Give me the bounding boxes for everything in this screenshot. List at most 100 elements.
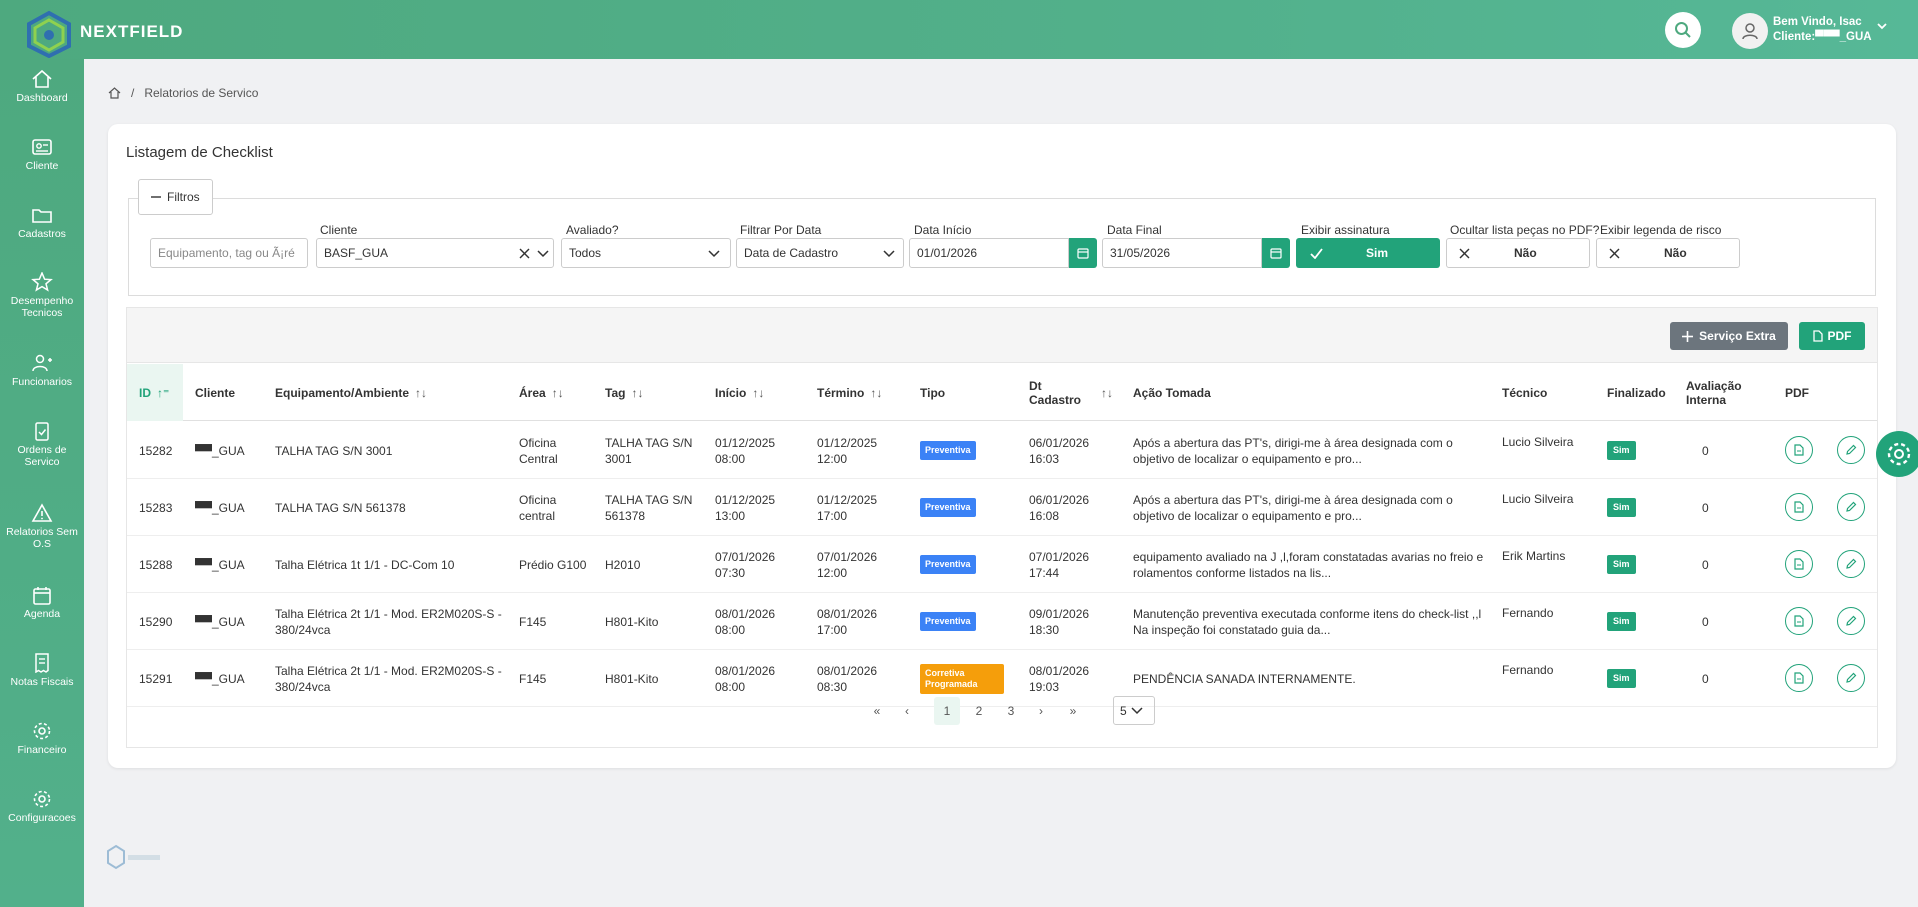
pagination-first[interactable]: « [865, 697, 889, 725]
row-pdf-button[interactable] [1785, 493, 1813, 521]
cell-termino: 08/01/2026 17:00 [817, 606, 878, 637]
data-final-input[interactable]: 31/05/2026 [1102, 238, 1262, 268]
search-button[interactable] [1665, 12, 1701, 48]
gear-icon [33, 790, 51, 808]
check-icon [1310, 247, 1323, 259]
cell-avaliacao: 0 [1702, 671, 1709, 686]
ocultar-pecas-toggle[interactable]: Não [1446, 238, 1590, 268]
cell-tipo: Preventiva [920, 536, 1020, 593]
cell-termino: 01/12/2025 17:00 [817, 492, 878, 523]
servico-extra-button[interactable]: Serviço Extra [1670, 322, 1788, 350]
filtrar-data-value: Data de Cadastro [744, 246, 839, 260]
pagination-prev[interactable]: ‹ [897, 697, 917, 725]
cliente-label: Cliente [320, 223, 358, 237]
close-icon [1459, 248, 1470, 258]
tipo-badge: Preventiva [920, 498, 976, 517]
col-header-inicio[interactable]: Início ↑↓ [715, 364, 764, 421]
cell-tag: H2010 [605, 557, 641, 572]
col-header-area[interactable]: Área ↑↓ [519, 364, 564, 421]
servico-extra-label: Serviço Extra [1699, 329, 1776, 343]
col-header-id[interactable]: ID ↑⁼ [127, 364, 183, 421]
settings-float-button[interactable] [1876, 431, 1918, 477]
col-header-equipamento[interactable]: Equipamento/Ambiente ↑↓ [275, 364, 427, 421]
col-header-label: ID [139, 385, 151, 400]
cell-inicio: 01/12/2025 13:00 [715, 492, 776, 523]
avaliado-select[interactable]: Todos [561, 238, 731, 268]
row-pdf-button[interactable] [1785, 664, 1813, 692]
pagination-page-1[interactable]: 1 [934, 697, 960, 725]
sort-dt-cadastro[interactable]: ↑↓ [1095, 364, 1113, 421]
home-icon [32, 69, 52, 88]
col-header-tag[interactable]: Tag ↑↓ [605, 364, 643, 421]
cell-dt-cadastro: 06/01/2026 16:08 [1029, 492, 1090, 523]
sidebar-item-dashboard[interactable]: Dashboard [0, 69, 84, 104]
sidebar-item-configuracoes[interactable]: Configuracoes [0, 789, 84, 824]
top-bar: NEXTFIELD Bem Vindo, Isac Cliente:▀▀▀_GU… [0, 0, 1918, 59]
row-edit-button[interactable] [1837, 436, 1865, 464]
col-header-dt-cadastro[interactable]: Dt Cadastro [1029, 364, 1081, 421]
cell-area: Oficina Central [519, 435, 558, 466]
breadcrumb-current: Relatorios de Servico [144, 86, 259, 100]
sidebar-item-funcionarios[interactable]: Funcionarios [0, 353, 84, 388]
col-header-tecnico: Técnico [1502, 364, 1547, 421]
chevron-down-icon[interactable] [1876, 20, 1888, 32]
data-final-calendar-button[interactable] [1262, 238, 1290, 268]
pagination-last[interactable]: » [1061, 697, 1085, 725]
cell-acao: Manutenção preventiva executada conforme… [1133, 606, 1482, 637]
legenda-risco-toggle[interactable]: Não [1596, 238, 1740, 268]
finalizado-badge: Sim [1607, 612, 1636, 631]
pagination-next[interactable]: › [1031, 697, 1051, 725]
cell-avaliacao: 0 [1702, 443, 1709, 458]
sidebar-item-desempenho[interactable]: Desempenho Tecnicos [0, 272, 84, 319]
row-pdf-button[interactable] [1785, 607, 1813, 635]
nextfield-logo-icon[interactable] [24, 10, 74, 58]
user-plus-icon [32, 354, 52, 372]
sidebar-item-label: Desempenho Tecnicos [10, 295, 74, 319]
sidebar-item-financeiro[interactable]: Financeiro [0, 721, 84, 756]
data-inicio-input[interactable]: 01/01/2026 [909, 238, 1069, 268]
sidebar-item-label: Ordens de Servico [17, 444, 67, 468]
page-title: Listagem de Checklist [126, 144, 273, 161]
cliente-select[interactable]: BASF_GUA [316, 238, 554, 268]
cell-acao: equipamento avaliado na J ,l,foram const… [1133, 549, 1484, 580]
sidebar-item-agenda[interactable]: Agenda [0, 585, 84, 620]
col-header-label: PDF [1785, 385, 1809, 400]
row-pdf-button[interactable] [1785, 436, 1813, 464]
data-inicio-calendar-button[interactable] [1069, 238, 1097, 268]
sidebar-item-ordens[interactable]: Ordens de Servico [0, 421, 84, 468]
exibir-assinatura-toggle[interactable]: Sim [1296, 238, 1440, 268]
filters-toggle-button[interactable]: Filtros [138, 179, 213, 215]
finalizado-badge: Sim [1607, 669, 1636, 688]
cell-id: 15288 [139, 557, 173, 572]
sidebar-item-cliente[interactable]: Cliente [0, 137, 84, 172]
user-avatar[interactable] [1732, 13, 1768, 49]
row-pdf-button[interactable] [1785, 550, 1813, 578]
exibir-assinatura-label: Exibir assinatura [1301, 223, 1390, 237]
row-edit-button[interactable] [1837, 493, 1865, 521]
equipment-search-input[interactable]: Equipamento, tag ou Ã¡ré [150, 238, 308, 268]
pencil-icon [1846, 444, 1857, 455]
col-header-label: Término [817, 385, 865, 400]
legenda-risco-value: Não [1664, 246, 1687, 260]
col-header-avaliacao: Avaliação Interna [1686, 364, 1746, 421]
row-edit-button[interactable] [1837, 550, 1865, 578]
pagination-page-3[interactable]: 3 [998, 697, 1024, 725]
row-edit-button[interactable] [1837, 664, 1865, 692]
finalizado-badge: Sim [1607, 498, 1636, 517]
export-pdf-button[interactable]: PDF [1799, 322, 1865, 350]
cell-tag: TALHA TAG S/N 3001 [605, 435, 693, 466]
sidebar-item-notas-fiscais[interactable]: Notas Fiscais [0, 653, 84, 688]
home-icon[interactable] [108, 87, 121, 99]
filtrar-data-select[interactable]: Data de Cadastro [736, 238, 904, 268]
pagination-page-2[interactable]: 2 [966, 697, 992, 725]
sidebar-item-relatorios-sem-os[interactable]: Relatorios Sem O.S [0, 503, 84, 550]
col-header-termino[interactable]: Término ↑↓ [817, 364, 882, 421]
clear-icon[interactable] [519, 248, 530, 259]
sidebar-item-cadastros[interactable]: Cadastros [0, 205, 84, 240]
cell-acao: Após a abertura das PT's, dirigi-me à ár… [1133, 492, 1453, 523]
user-menu[interactable]: Bem Vindo, Isac Cliente:▀▀▀_GUA [1773, 15, 1872, 45]
cell-avaliacao: 0 [1702, 614, 1709, 629]
row-edit-button[interactable] [1837, 607, 1865, 635]
cell-finalizado: Sim [1607, 650, 1657, 707]
page-size-select[interactable]: 5 [1113, 696, 1155, 725]
